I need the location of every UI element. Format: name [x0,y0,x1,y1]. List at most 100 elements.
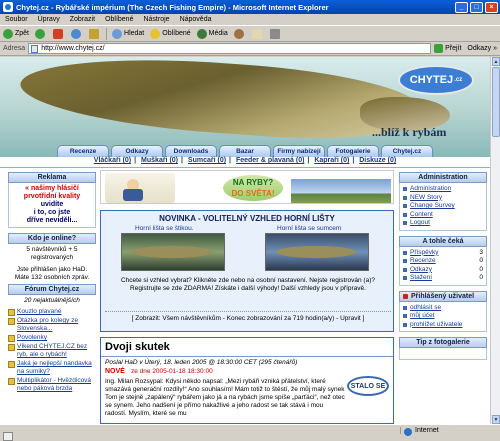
landscape-image [291,179,391,203]
list-item[interactable]: Otázka pro kolegy ze Slovenska... [8,317,96,333]
menu-view[interactable]: Zobrazit [65,16,100,23]
close-button[interactable]: × [485,1,498,13]
ad-line: « našimy hlásičí [25,185,79,192]
history-icon [233,28,244,39]
forum-link-sumcari[interactable]: Sumcaři (0) [188,157,226,164]
right-sidebar: Administration Administration NEW Story … [399,172,487,424]
ad-line: uvidíte [40,201,64,208]
scroll-down-arrow-icon[interactable]: ▼ [492,415,500,424]
forum-count: 20 nejaktuálnějších [24,297,80,304]
main-content: NA RYBY? DO SVĚTA! NOVINKA - VOLITELNÝ V… [100,170,394,424]
back-button[interactable]: Zpět [0,27,32,41]
address-url: http://www.chytej.cz/ [41,45,105,52]
star-icon [150,28,161,39]
home-icon [89,28,100,39]
scroll-up-arrow-icon[interactable]: ▲ [492,57,500,66]
list-item[interactable]: NEW Story [400,194,486,203]
bullet-icon [403,221,407,225]
bullet-icon [403,187,407,191]
nav-tab-fotogalerie[interactable]: Fotogalerie [327,145,379,157]
address-input[interactable]: http://www.chytej.cz/ [28,43,432,54]
print-icon [269,28,280,39]
list-item[interactable]: odhlásit se [400,304,486,313]
list-item[interactable]: Change Survey [400,202,486,211]
menu-tools[interactable]: Nástroje [138,16,174,23]
online-header: Kdo je online? [8,233,96,244]
topic-icon [8,335,15,342]
ad-banner[interactable]: NA RYBY? DO SVĚTA! [100,170,394,204]
nav-tab-downloads[interactable]: Downloads [165,145,217,157]
media-button[interactable]: Média [194,27,231,41]
stop-icon [53,28,64,39]
list-item[interactable]: Stažení 0 [400,274,486,283]
go-button[interactable]: Přejít [431,44,464,53]
forum-link-kaprari[interactable]: Kapraři (0) [314,157,349,164]
article-title[interactable]: Dvoji skutek [101,338,393,357]
maximize-button[interactable]: □ [470,1,483,13]
scroll-thumb[interactable] [492,67,500,137]
forum-link-feeder[interactable]: Feeder & plavaná (0) [236,157,304,164]
browser-window: Chytej.cz - Rybářské impérium (The Czech… [0,0,500,441]
links-button[interactable]: Odkazy » [464,45,500,52]
list-item[interactable]: Logout [400,219,486,228]
list-item[interactable]: Content [400,211,486,220]
forward-button[interactable] [32,27,50,41]
ad-line: i to, co jste [33,209,71,216]
minimize-button[interactable]: _ [455,1,468,13]
article: Dvoji skutek Poslal HaD v Úterý, 18. led… [100,337,394,424]
pike-image [18,57,422,147]
admin-header: Administration [399,172,487,183]
menu-help[interactable]: Nápověda [175,16,217,23]
left-sidebar: Reklama « našimy hlásičí prvotřídní kval… [8,172,96,424]
title-bar: Chytej.cz - Rybářské impérium (The Czech… [0,0,500,14]
bullet-icon [403,212,407,217]
list-item[interactable]: Kouzlo plavané [8,308,96,316]
menu-bar: Soubor Úpravy Zobrazit Oblíbené Nástroje… [0,14,500,26]
header-preview-pike[interactable] [121,233,225,271]
article-body: Ing. Milan Rozsypal: Kdysi někdo napsal:… [105,378,345,417]
list-item[interactable]: prohlížet uživatele [400,321,486,330]
menu-edit[interactable]: Úpravy [33,16,65,23]
list-item[interactable]: Povolenky [8,334,96,342]
nav-tab-recenze[interactable]: Recenze [57,145,109,157]
mail-button[interactable] [249,27,267,41]
site-logo[interactable]: CHYTEJ .cz [398,65,474,95]
refresh-button[interactable] [68,27,86,41]
nav-tab-odkazy[interactable]: Odkazy [111,145,163,157]
forum-link-muskari[interactable]: Muškaři (0) [141,157,178,164]
list-item[interactable]: můj účet [400,312,486,321]
site-slogan: ...blíž k rybám [372,125,447,139]
list-item[interactable]: Jaká je nejlepší nandavka na sumiky? [8,360,96,376]
search-button[interactable]: Hledat [109,27,147,41]
history-button[interactable] [231,27,249,41]
favorites-button[interactable]: Oblíbené [147,27,193,41]
back-arrow-icon [3,28,13,39]
list-item[interactable]: Víkend CHYTEJ.CZ bez ryb, ale o rybách! [8,343,96,359]
list-item[interactable]: Odkazy 0 [400,266,486,275]
list-item[interactable]: Multiplikátor - Hvězdicová nebo páková b… [8,377,96,393]
nav-tab-firmy[interactable]: Firmy nabízejí [273,145,325,157]
stop-button[interactable] [50,27,68,41]
nav-tab-chytej[interactable]: Chytej.cz [381,145,433,157]
menu-file[interactable]: Soubor [0,16,33,23]
menu-favorites[interactable]: Oblíbené [100,16,138,23]
print-button[interactable] [267,27,285,41]
vertical-scrollbar[interactable]: ▲ ▼ [490,57,500,424]
list-item[interactable]: Příspěvky 3 [400,249,486,258]
list-item[interactable]: Recenze 0 [400,257,486,266]
photo-tip-image[interactable] [399,348,487,360]
forum-link-diskuze[interactable]: Diskuze (0) [359,157,396,164]
header-preview-catfish[interactable] [265,233,369,271]
bullet-icon [403,204,407,208]
list-item[interactable]: Administration [400,185,486,194]
search-icon [112,28,123,39]
home-button[interactable] [86,27,104,41]
sidebar-ad[interactable]: « našimy hlásičí prvotřídní kvality uvid… [8,183,96,228]
pending-header: A tohle čeká [399,235,487,247]
forum-link-vlackari[interactable]: Vláčkaři (0) [94,157,131,164]
address-label: Adresa [3,45,26,52]
mail-icon [251,28,262,39]
nav-tab-bazar[interactable]: Bazar [219,145,271,157]
cartoon-fisherman-image [105,173,175,203]
ad-banner-line: NA RYBY? [232,178,274,187]
